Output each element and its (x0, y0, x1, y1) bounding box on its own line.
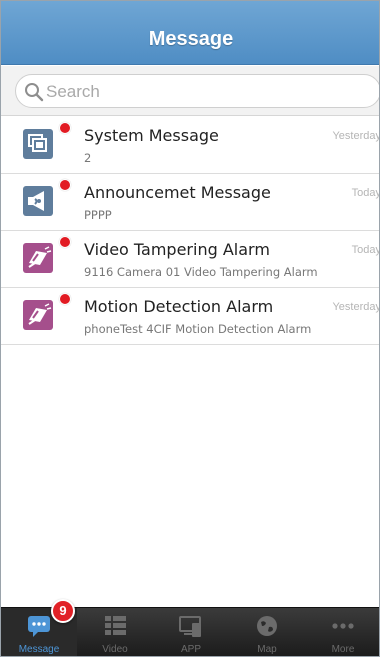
message-time: Today (351, 187, 380, 199)
message-time: Today (351, 244, 380, 256)
message-title: System Message (84, 126, 219, 145)
message-title: Video Tampering Alarm (84, 240, 270, 259)
list-item[interactable]: Video Tampering Alarm 9116 Camera 01 Vid… (1, 231, 380, 288)
tab-more[interactable]: More (305, 608, 379, 656)
tab-label: Message (18, 644, 60, 655)
message-time: Yesterday (332, 301, 380, 313)
video-list-icon (102, 613, 128, 639)
alarm-camera-icon (23, 300, 53, 330)
message-subtitle: 2 (84, 151, 92, 165)
message-title: Motion Detection Alarm (84, 297, 274, 316)
search-icon (24, 82, 44, 102)
list-item[interactable]: Motion Detection Alarm phoneTest 4CIF Mo… (1, 288, 380, 345)
unread-dot (59, 122, 71, 134)
page-title: Message (148, 28, 234, 50)
tab-label: Video (102, 644, 128, 655)
system-message-icon (23, 129, 53, 159)
message-subtitle: phoneTest 4CIF Motion Detection Alarm (84, 322, 312, 336)
tab-message[interactable]: 9 Message (1, 599, 77, 656)
globe-icon (254, 613, 280, 639)
message-subtitle: PPPP (84, 208, 112, 222)
nav-header: Message (1, 1, 379, 65)
unread-dot (59, 293, 71, 305)
unread-dot (59, 236, 71, 248)
unread-count-badge: 9 (51, 599, 75, 623)
message-title: Announcemet Message (84, 183, 271, 202)
search-input[interactable] (46, 79, 366, 105)
message-list: System Message 2 Yesterday Announcemet M… (1, 117, 380, 345)
list-item[interactable]: System Message 2 Yesterday (1, 117, 380, 174)
tab-video[interactable]: Video (77, 608, 153, 656)
unread-dot (59, 179, 71, 191)
message-subtitle: 9116 Camera 01 Video Tampering Alarm (84, 265, 318, 279)
announcement-icon (23, 186, 53, 216)
chat-bubble-icon (26, 613, 52, 639)
search-field[interactable] (15, 74, 379, 108)
tab-app[interactable]: APP (153, 608, 229, 656)
app-screen: Message System Message 2 (0, 0, 380, 657)
message-time: Yesterday (332, 130, 380, 142)
more-dots-icon (330, 613, 356, 639)
tab-label: Map (257, 644, 277, 655)
tab-bar: 9 Message Video APP Map More (1, 599, 379, 656)
tab-label: APP (180, 644, 201, 655)
alarm-camera-icon (23, 243, 53, 273)
list-item[interactable]: Announcemet Message PPPP Today (1, 174, 380, 231)
tab-label: More (331, 644, 355, 655)
app-devices-icon (178, 613, 204, 639)
search-bar (1, 66, 379, 116)
tab-map[interactable]: Map (229, 608, 305, 656)
